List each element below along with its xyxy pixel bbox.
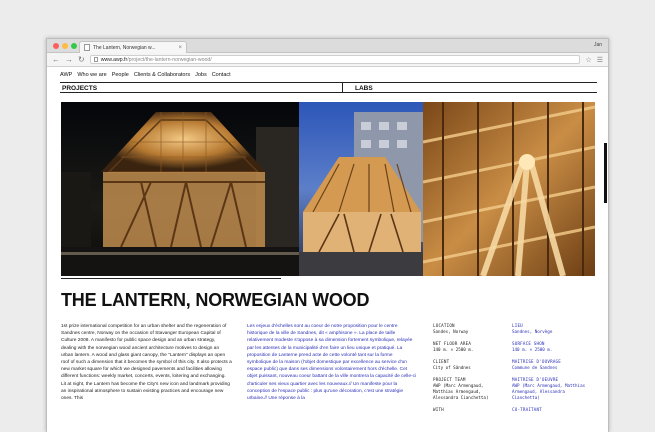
meta-value: AWP (Marc Armengaud, Matthias Armengaud,… (433, 383, 489, 400)
meta-value: 140 m. × 2500 m. (433, 347, 474, 352)
projects-link[interactable]: PROJECTS (62, 85, 97, 92)
nav-item-people[interactable]: People (112, 72, 129, 78)
nav-item-awp[interactable]: AWP (60, 72, 72, 78)
nav-item-contact[interactable]: Contact (212, 72, 231, 78)
description-en: 1st prize international competition for … (61, 323, 232, 402)
nav-item-jobs[interactable]: Jobs (195, 72, 207, 78)
page-favicon-icon (84, 44, 90, 51)
title-rule (61, 278, 281, 279)
browser-window: The Lantern, Norwegian w... × Jan ← → ↻ … (46, 38, 609, 432)
url-host: www.awp.fr (100, 56, 128, 63)
description-en-text: 1st prize international competition for … (61, 324, 232, 402)
nav-item-who-we-are[interactable]: Who we are (77, 72, 106, 78)
meta-value: Sandes, Norway (433, 329, 469, 334)
url-path: /project/the-lantern-norwegian-wood/ (127, 56, 212, 63)
address-bar[interactable]: www.awp.fr/project/the-lantern-norwegian… (89, 55, 581, 64)
profile-name[interactable]: Jan (594, 42, 602, 48)
menu-icon[interactable]: ☰ (597, 56, 603, 64)
meta-value: 140 m. × 2500 m. (512, 347, 553, 352)
description-fr-text: Les enjeux d'échelles sont au coeur de n… (247, 324, 417, 402)
forward-arrow-icon[interactable]: → (65, 55, 73, 64)
project-meta-fr: LIEU Sandnes, Norvège SURFACE SHON 140 m… (512, 323, 592, 413)
meta-label: CO-TRAITANT (512, 407, 542, 412)
browser-tab[interactable]: The Lantern, Norwegian w... × (79, 41, 187, 53)
tab-close-icon[interactable]: × (178, 45, 182, 51)
back-arrow-icon[interactable]: ← (52, 55, 60, 64)
meta-value: Sandnes, Norvège (512, 329, 553, 334)
meta-value: AWP (Marc Armengaud, Matthias Armengaud,… (512, 383, 586, 400)
labs-link[interactable]: LABS (355, 85, 373, 92)
section-bar: PROJECTS LABS (60, 82, 597, 93)
window-controls (53, 43, 77, 49)
reload-icon[interactable]: ↻ (78, 55, 85, 64)
section-divider (342, 83, 343, 92)
url-text: www.awp.fr/project/the-lantern-norwegian… (101, 57, 212, 63)
zoom-window-button[interactable] (71, 43, 77, 49)
star-icon[interactable]: ☆ (585, 56, 591, 64)
site-nav: AWP Who we are People Clients & Collabor… (47, 67, 608, 82)
meta-label: WITH (433, 407, 444, 412)
meta-value: City of Sândnes (433, 365, 471, 370)
photo-lantern-night-street[interactable] (61, 102, 299, 276)
photo-lantern-dusk-building[interactable] (299, 102, 423, 276)
description-fr: Les enjeux d'échelles sont au coeur de n… (247, 323, 418, 402)
page-scrollbar[interactable] (604, 143, 607, 203)
photo-lantern-timber-canopy[interactable] (423, 102, 595, 276)
browser-toolbar: ← → ↻ www.awp.fr/project/the-lantern-nor… (47, 53, 608, 67)
project-meta-en: LOCATION Sandes, Norway NET FLOOR AREA 1… (433, 323, 503, 413)
nav-item-clients[interactable]: Clients & Collaborators (134, 72, 190, 78)
project-gallery (61, 102, 595, 276)
minimize-window-button[interactable] (62, 43, 68, 49)
tab-title: The Lantern, Norwegian w... (93, 44, 156, 51)
tab-strip: The Lantern, Norwegian w... × Jan (47, 39, 608, 53)
page-icon (93, 57, 98, 62)
meta-value: Commune de Sandnes (512, 365, 558, 370)
project-title: THE LANTERN, NORWEGIAN WOOD (61, 290, 370, 310)
close-window-button[interactable] (53, 43, 59, 49)
